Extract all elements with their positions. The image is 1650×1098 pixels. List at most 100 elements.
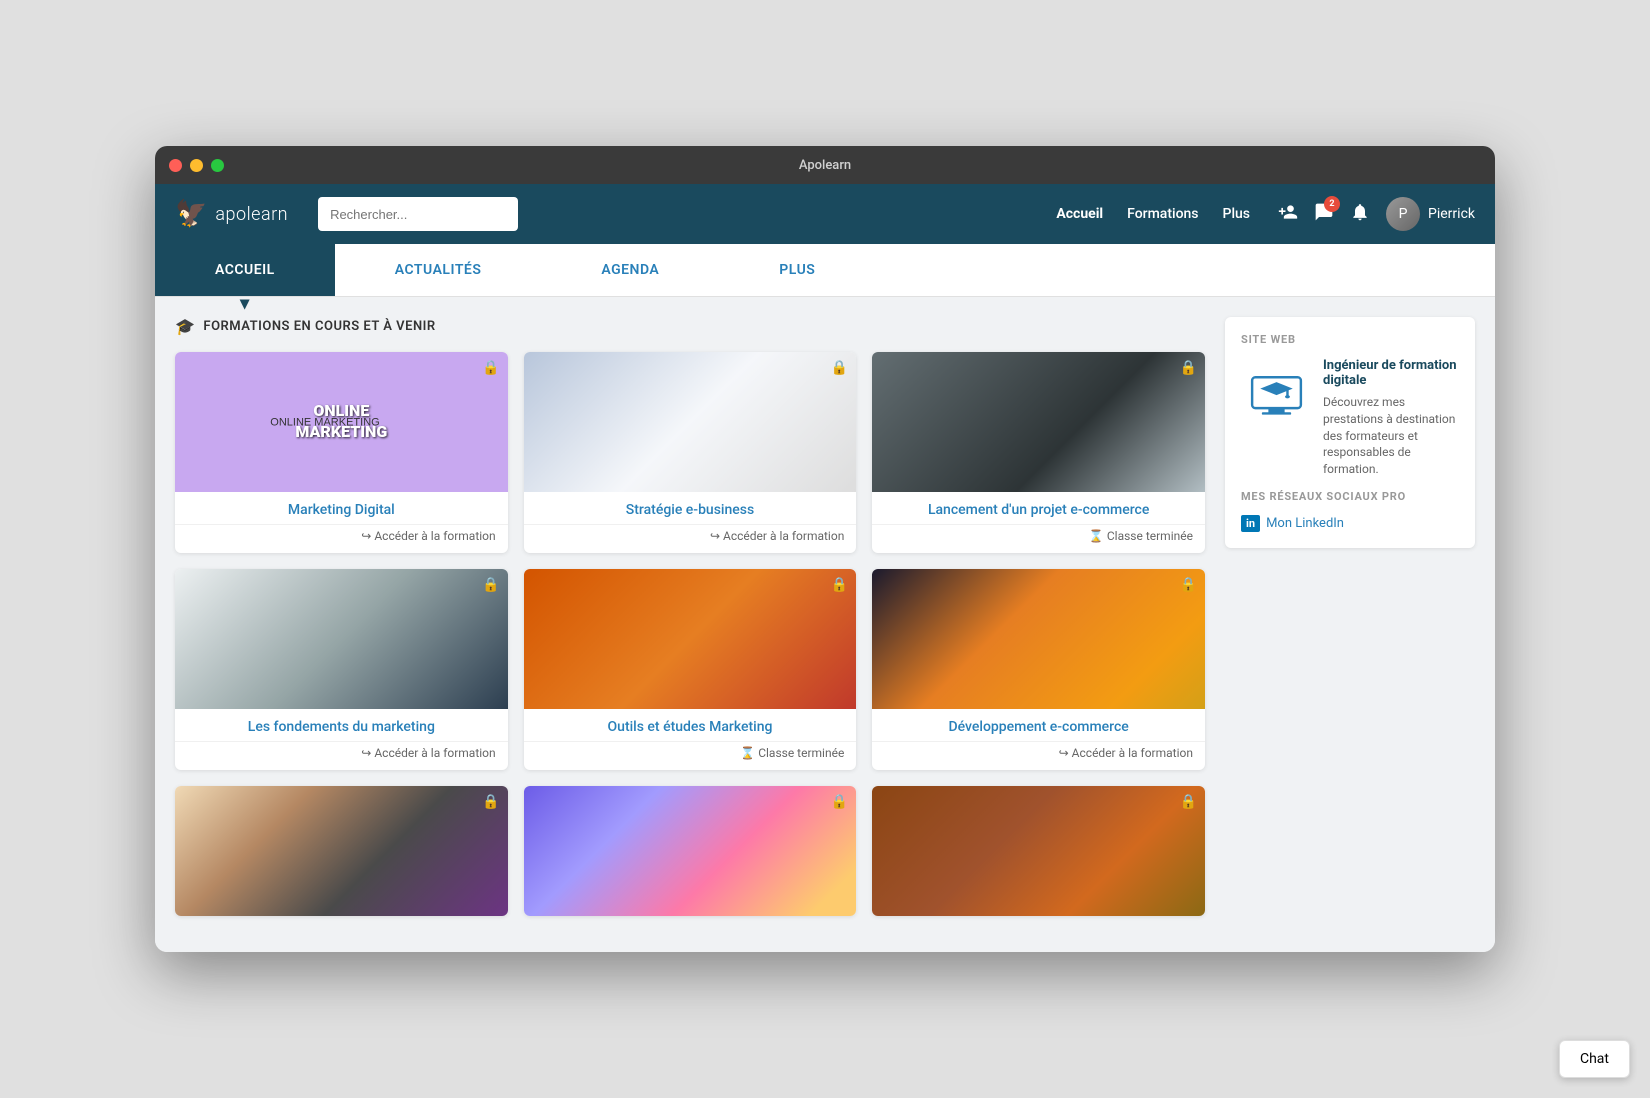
- site-web-content: Ingénieur de formation digitale Découvre…: [1241, 358, 1459, 478]
- user-name: Pierrick: [1428, 206, 1475, 222]
- action-label: Accéder à la formation: [374, 746, 495, 760]
- social-section: MES RÉSEAUX SOCIAUX PRO in Mon LinkedIn: [1241, 490, 1459, 532]
- education-icon: [1241, 358, 1311, 428]
- course-thumbnail: 🔒: [524, 569, 857, 709]
- logo-icon: 🦅: [175, 199, 207, 229]
- nav-plus[interactable]: Plus: [1223, 206, 1251, 222]
- lock-icon: 🔒: [1180, 360, 1197, 376]
- graduation-cap-icon: 🎓: [175, 317, 195, 336]
- linkedin-link[interactable]: in Mon LinkedIn: [1241, 515, 1459, 532]
- course-card-strategie[interactable]: 🔒 Stratégie e-business ↪ Accéder à la fo…: [524, 352, 857, 553]
- course-thumbnail: 🔒: [524, 786, 857, 916]
- course-action: ↪ Accéder à la formation: [175, 741, 508, 770]
- course-title: Outils et études Marketing: [524, 709, 857, 741]
- course-title: Développement e-commerce: [872, 709, 1205, 741]
- tab-actualites[interactable]: ACTUALITÉS: [335, 244, 542, 296]
- course-card-marketing-digital[interactable]: 🔒 ONLINEMARKETING Marketing Digital ↪ Ac…: [175, 352, 508, 553]
- lock-icon: 🔒: [482, 577, 499, 593]
- site-title: Ingénieur de formation digitale: [1323, 358, 1459, 388]
- app-window: Apolearn 🦅 apolearn Accueil Formations P…: [155, 146, 1495, 952]
- message-badge: 2: [1324, 196, 1340, 212]
- nav-links: Accueil Formations Plus: [1056, 206, 1250, 222]
- action-icon: ↪: [361, 529, 371, 543]
- main-content: 🎓 FORMATIONS EN COURS ET À VENIR 🔒 ONLIN…: [155, 297, 1495, 952]
- action-icon: ↪: [710, 529, 720, 543]
- lock-icon: 🔒: [1180, 577, 1197, 593]
- lock-icon: 🔒: [482, 794, 499, 810]
- messages-button[interactable]: 2: [1314, 202, 1334, 227]
- title-bar: Apolearn: [155, 146, 1495, 184]
- course-thumbnail: 🔒: [175, 569, 508, 709]
- course-thumbnail: 🔒: [872, 786, 1205, 916]
- nav-formations[interactable]: Formations: [1127, 206, 1198, 222]
- course-img-text: [524, 352, 857, 492]
- lock-icon: 🔒: [831, 794, 848, 810]
- tab-agenda[interactable]: AGENDA: [541, 244, 719, 296]
- search-input[interactable]: [318, 197, 518, 231]
- action-label: Classe terminée: [758, 746, 844, 760]
- linkedin-badge: in: [1241, 515, 1260, 532]
- minimize-button[interactable]: [190, 159, 203, 172]
- hourglass-icon: ⌛: [740, 746, 755, 760]
- window-controls: [169, 159, 224, 172]
- action-icon: ↪: [361, 746, 371, 760]
- course-action: ↪ Accéder à la formation: [872, 741, 1205, 770]
- logo-text: apolearn: [215, 204, 288, 225]
- courses-grid-row1: 🔒 ONLINEMARKETING Marketing Digital ↪ Ac…: [175, 352, 1205, 553]
- section-header: 🎓 FORMATIONS EN COURS ET À VENIR: [175, 317, 1205, 336]
- section-title: FORMATIONS EN COURS ET À VENIR: [203, 319, 435, 334]
- courses-grid-row3: 🔒 🔒 🔒: [175, 786, 1205, 916]
- course-card-row3-1[interactable]: 🔒: [175, 786, 508, 916]
- course-action: ⌛ Classe terminée: [524, 741, 857, 770]
- course-card-fondements[interactable]: 🔒 Les fondements du marketing ↪ Accéder …: [175, 569, 508, 770]
- course-title: Marketing Digital: [175, 492, 508, 524]
- nav-icons: 2 P Pierrick: [1278, 197, 1475, 231]
- maximize-button[interactable]: [211, 159, 224, 172]
- course-card-outils[interactable]: 🔒 Outils et études Marketing ⌛ Classe te…: [524, 569, 857, 770]
- site-desc: Découvrez mes prestations à destination …: [1323, 394, 1459, 478]
- content-area: 🎓 FORMATIONS EN COURS ET À VENIR 🔒 ONLIN…: [175, 317, 1205, 932]
- course-thumbnail: 🔒: [175, 786, 508, 916]
- lock-icon: 🔒: [831, 577, 848, 593]
- course-thumbnail: 🔒: [524, 352, 857, 492]
- nav-accueil[interactable]: Accueil: [1056, 206, 1103, 222]
- add-user-button[interactable]: [1278, 202, 1298, 227]
- close-button[interactable]: [169, 159, 182, 172]
- lock-icon: 🔒: [1180, 794, 1197, 810]
- course-action: ↪ Accéder à la formation: [175, 524, 508, 553]
- action-label: Accéder à la formation: [374, 529, 495, 543]
- avatar: P: [1386, 197, 1420, 231]
- course-title: Lancement d'un projet e-commerce: [872, 492, 1205, 524]
- action-label: Classe terminée: [1107, 529, 1193, 543]
- course-thumbnail: 🔒: [872, 352, 1205, 492]
- course-title: Stratégie e-business: [524, 492, 857, 524]
- tab-accueil[interactable]: ACCUEIL: [155, 244, 335, 296]
- course-card-lancement[interactable]: 🔒 Lancement d'un projet e-commerce ⌛ Cla…: [872, 352, 1205, 553]
- course-action: ⌛ Classe terminée: [872, 524, 1205, 553]
- chat-button[interactable]: Chat: [1559, 1040, 1630, 1078]
- courses-grid-row2: 🔒 Les fondements du marketing ↪ Accéder …: [175, 569, 1205, 770]
- tab-plus[interactable]: PLUS: [719, 244, 875, 296]
- site-web-label: SITE WEB: [1241, 333, 1459, 346]
- action-icon: ↪: [1059, 746, 1069, 760]
- site-info: Ingénieur de formation digitale Découvre…: [1323, 358, 1459, 478]
- logo[interactable]: 🦅 apolearn: [175, 199, 288, 229]
- top-nav: 🦅 apolearn Accueil Formations Plus 2 P P…: [155, 184, 1495, 244]
- social-label: MES RÉSEAUX SOCIAUX PRO: [1241, 490, 1459, 503]
- course-card-row3-3[interactable]: 🔒: [872, 786, 1205, 916]
- action-label: Accéder à la formation: [723, 529, 844, 543]
- sub-nav: ACCUEIL ACTUALITÉS AGENDA PLUS: [155, 244, 1495, 297]
- window-title: Apolearn: [799, 158, 851, 173]
- course-thumbnail: 🔒: [872, 569, 1205, 709]
- linkedin-label: Mon LinkedIn: [1266, 516, 1344, 531]
- course-title: Les fondements du marketing: [175, 709, 508, 741]
- site-web-card: SITE WEB: [1225, 317, 1475, 548]
- course-img-text: ONLINEMARKETING: [175, 352, 508, 492]
- course-action: ↪ Accéder à la formation: [524, 524, 857, 553]
- course-card-row3-2[interactable]: 🔒: [524, 786, 857, 916]
- sidebar: SITE WEB: [1225, 317, 1475, 932]
- course-card-developpement[interactable]: 🔒 Développement e-commerce ↪ Accéder à l…: [872, 569, 1205, 770]
- notifications-button[interactable]: [1350, 202, 1370, 227]
- user-avatar-area[interactable]: P Pierrick: [1386, 197, 1475, 231]
- hourglass-icon: ⌛: [1089, 529, 1104, 543]
